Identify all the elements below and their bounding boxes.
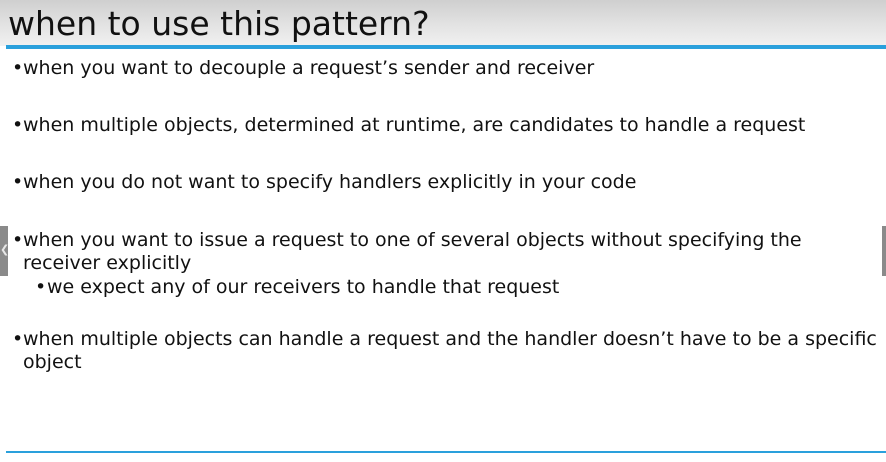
bullet-item-4: •when you want to issue a request to one…	[12, 229, 802, 275]
bullet-text: when you want to issue a request to one …	[23, 229, 802, 251]
chevron-left-icon: ❮	[0, 243, 10, 256]
prev-slide-tab[interactable]: ❮	[0, 226, 10, 276]
bullet-item-2: •when multiple objects, determined at ru…	[12, 114, 805, 137]
bullet-text: when you do not want to specify handlers…	[23, 171, 637, 193]
title-underline	[6, 45, 886, 49]
sub-bullet-text: we expect any of our receivers to handle…	[47, 276, 560, 298]
bullet-item-1: •when you want to decouple a request’s s…	[12, 57, 594, 80]
bullet-continuation: receiver explicitly	[23, 252, 192, 274]
next-slide-tab[interactable]	[882, 226, 886, 276]
bullet-dot: •	[12, 57, 24, 79]
bullet-continuation: object	[23, 351, 82, 373]
bullet-text: when you want to decouple a request’s se…	[23, 57, 595, 79]
sub-bullet-item: •we expect any of our receivers to handl…	[35, 276, 559, 299]
sub-bullet-dot: •	[35, 276, 47, 298]
bullet-dot: •	[12, 229, 24, 251]
footer-rule	[6, 451, 886, 453]
bullet-text: when multiple objects can handle a reque…	[23, 328, 877, 350]
bullet-item-3: •when you do not want to specify handler…	[12, 171, 636, 194]
slide-title: when to use this pattern?	[8, 4, 430, 43]
bullet-dot: •	[12, 171, 24, 193]
bullet-text: when multiple objects, determined at run…	[23, 114, 806, 136]
bullet-dot: •	[12, 114, 24, 136]
bullet-dot: •	[12, 328, 24, 350]
bullet-item-5: •when multiple objects can handle a requ…	[12, 328, 877, 374]
